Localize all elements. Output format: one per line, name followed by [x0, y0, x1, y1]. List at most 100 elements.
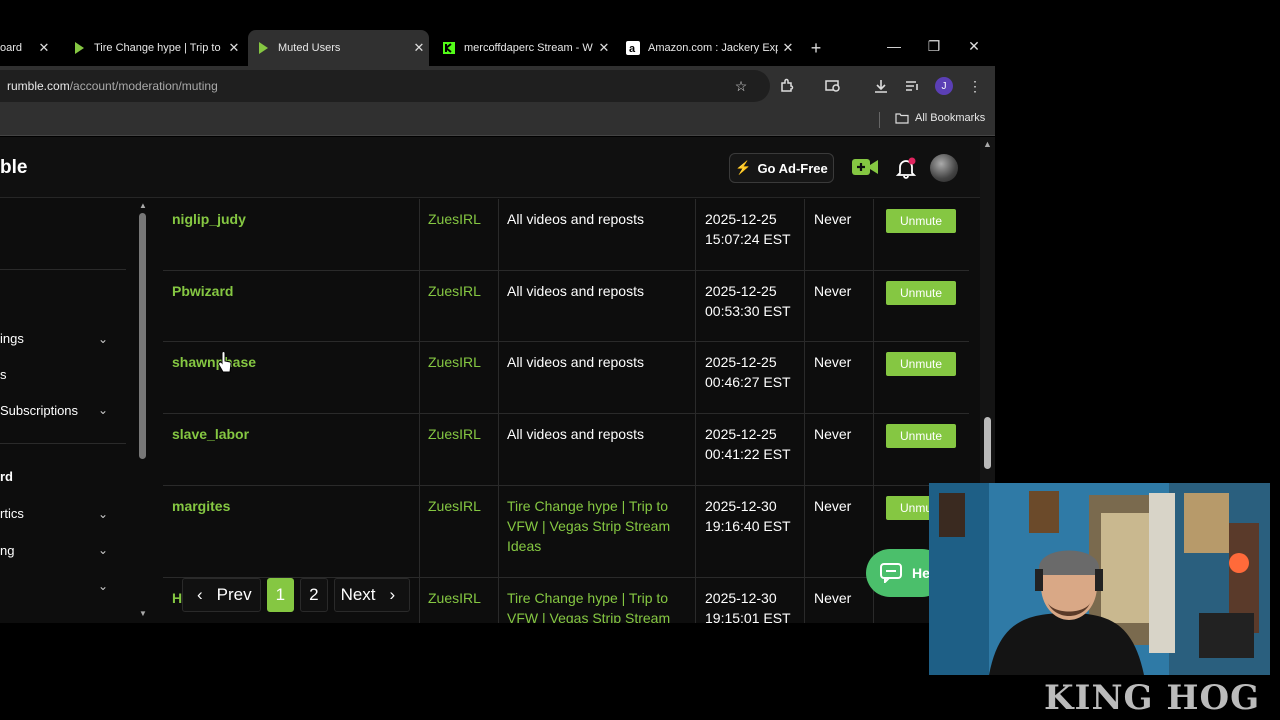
- mute-date-line: 2025-12-25: [705, 426, 777, 442]
- close-icon[interactable]: ✕: [409, 40, 429, 56]
- muted-by-link[interactable]: ZuesIRL: [428, 281, 481, 301]
- new-tab-button[interactable]: +: [806, 38, 826, 59]
- mute-date: 2025-12-25 00:46:27 EST: [705, 352, 805, 392]
- scroll-down-icon[interactable]: ▼: [139, 609, 147, 618]
- download-icon[interactable]: [871, 76, 891, 96]
- muted-by-link[interactable]: ZuesIRL: [428, 496, 481, 516]
- tab-muted-users[interactable]: Muted Users ✕: [248, 30, 429, 66]
- all-bookmarks-button[interactable]: All Bookmarks: [895, 112, 985, 124]
- tab-tire-change[interactable]: Tire Change hype | Trip to ✕: [64, 30, 244, 66]
- scroll-up-icon[interactable]: ▲: [139, 201, 147, 210]
- sidebar-item-label: s: [0, 367, 7, 382]
- mute-date: 2025-12-25 00:41:22 EST: [705, 424, 805, 464]
- muted-by-link[interactable]: ZuesIRL: [428, 588, 481, 608]
- mute-expiry: Never: [814, 283, 852, 299]
- all-bookmarks-label: All Bookmarks: [915, 112, 986, 124]
- upload-video-icon[interactable]: [852, 157, 878, 177]
- mute-date-line: 2025-12-25: [705, 283, 777, 299]
- bookmark-star-icon[interactable]: ☆: [731, 76, 751, 96]
- unmute-button[interactable]: Unmute: [886, 352, 956, 376]
- chevron-down-icon[interactable]: ⌄: [98, 332, 108, 346]
- sidebar-item-dashboard[interactable]: rd: [0, 469, 13, 484]
- muted-by-link[interactable]: ZuesIRL: [428, 209, 481, 229]
- close-icon[interactable]: ✕: [34, 40, 54, 56]
- go-ad-free-button[interactable]: ⚡ Go Ad-Free: [729, 153, 834, 183]
- sidebar-item-label: ings: [0, 331, 24, 346]
- page-scroll-thumb[interactable]: [984, 417, 991, 469]
- webcam-overlay: [929, 483, 1270, 675]
- pagination: ‹ Prev 1 2 Next ›: [182, 577, 411, 613]
- mute-date: 2025-12-25 00:53:30 EST: [705, 281, 805, 321]
- tab-title: Muted Users: [278, 42, 341, 54]
- chevron-down-icon[interactable]: ⌄: [98, 615, 108, 623]
- sidebar-item-analytics[interactable]: rtics: [0, 506, 24, 521]
- mute-scope-line: All videos and reposts: [507, 426, 644, 442]
- mute-expiry: Never: [814, 590, 852, 606]
- mute-scope[interactable]: Tire Change hype | Trip to VFW | Vegas St…: [507, 588, 692, 623]
- page-2-button[interactable]: 2: [300, 578, 328, 612]
- close-icon[interactable]: ✕: [224, 40, 244, 56]
- sidebar-item-s[interactable]: s: [0, 367, 7, 382]
- sidebar-item-label: rd: [0, 469, 13, 484]
- page-1-button[interactable]: 1: [266, 578, 295, 612]
- minimize-icon[interactable]: —: [884, 38, 904, 54]
- muted-username-link[interactable]: shawnphase: [172, 352, 256, 372]
- site-logo[interactable]: ble: [0, 157, 27, 179]
- profile-avatar[interactable]: J: [934, 76, 954, 96]
- chat-bubble-icon: [880, 563, 902, 583]
- muted-username-link[interactable]: H: [172, 588, 182, 608]
- sidebar-scroll-thumb[interactable]: [139, 213, 146, 459]
- tab-kick-stream[interactable]: mercoffdaperc Stream - W ✕: [434, 30, 614, 66]
- chevron-down-icon[interactable]: ⌄: [98, 579, 108, 593]
- mute-date-line: 2025-12-30: [705, 498, 777, 514]
- restore-icon[interactable]: ❐: [924, 38, 944, 55]
- muted-username-link[interactable]: Pbwizard: [172, 281, 233, 301]
- mute-date-line: 19:15:01 EST: [705, 610, 791, 623]
- url-path: /account/moderation/muting: [69, 79, 218, 93]
- unmute-button[interactable]: Unmute: [886, 424, 956, 448]
- muted-by-link[interactable]: ZuesIRL: [428, 424, 481, 444]
- sidebar-divider: [0, 443, 126, 444]
- sidebar-scrollbar[interactable]: ▲ ▼: [138, 199, 148, 623]
- chevron-down-icon[interactable]: ⌄: [98, 403, 108, 417]
- muted-by-link[interactable]: ZuesIRL: [428, 352, 481, 372]
- menu-kebab-icon[interactable]: ⋮: [965, 76, 985, 96]
- mute-date-line: 2025-12-25: [705, 211, 777, 227]
- close-icon[interactable]: ✕: [594, 40, 614, 56]
- unmute-button[interactable]: Unmute: [886, 281, 956, 305]
- rumble-icon: [75, 42, 84, 54]
- sidebar-item-ng[interactable]: ng: [0, 543, 14, 558]
- tab-amazon[interactable]: a Amazon.com : Jackery Exp ✕: [618, 30, 798, 66]
- address-bar[interactable]: rumble.com/account/moderation/muting: [0, 70, 770, 102]
- tab-dashboard[interactable]: oard ✕: [0, 30, 54, 66]
- muted-username-link[interactable]: slave_labor: [172, 424, 249, 444]
- sidebar-item-label: ng: [0, 543, 15, 558]
- sidebar-item-settings[interactable]: ings: [0, 331, 24, 346]
- mute-date-line: 00:46:27 EST: [705, 374, 791, 390]
- media-control-icon[interactable]: [902, 76, 922, 96]
- muted-username-link[interactable]: margites: [172, 496, 230, 516]
- sidebar-divider: [0, 269, 126, 270]
- user-avatar[interactable]: [930, 154, 958, 182]
- table-row: slave_labor ZuesIRL All videos and reposts…: [163, 414, 969, 486]
- notifications-bell-icon[interactable]: [895, 157, 917, 179]
- close-icon[interactable]: ✕: [778, 40, 798, 56]
- next-page-button[interactable]: Next ›: [333, 578, 411, 612]
- chevron-down-icon[interactable]: ⌄: [98, 507, 108, 521]
- close-window-icon[interactable]: ✕: [964, 38, 984, 55]
- scroll-up-icon[interactable]: ▲: [983, 139, 992, 149]
- extensions-icon[interactable]: [777, 76, 797, 96]
- tab-search-icon[interactable]: [823, 76, 843, 96]
- account-sidebar: ings ⌄ s Subscriptions ⌄ rd rtics ⌄ ng ⌄…: [0, 199, 138, 623]
- chevron-right-icon: ›: [389, 585, 396, 604]
- amazon-icon: a: [626, 41, 640, 55]
- sidebar-item-subscriptions[interactable]: Subscriptions: [0, 403, 78, 418]
- mute-scope-line: All videos and reposts: [507, 283, 644, 299]
- chevron-down-icon[interactable]: ⌄: [98, 543, 108, 557]
- mute-scope-line: All videos and reposts: [507, 354, 644, 370]
- browser-toolbar: rumble.com/account/moderation/muting ☆ J…: [0, 66, 995, 106]
- unmute-button[interactable]: Unmute: [886, 209, 956, 233]
- prev-page-button[interactable]: ‹ Prev: [182, 578, 261, 612]
- mute-scope[interactable]: Tire Change hype | Trip to VFW | Vegas St…: [507, 496, 692, 556]
- muted-username-link[interactable]: niglip_judy: [172, 209, 246, 229]
